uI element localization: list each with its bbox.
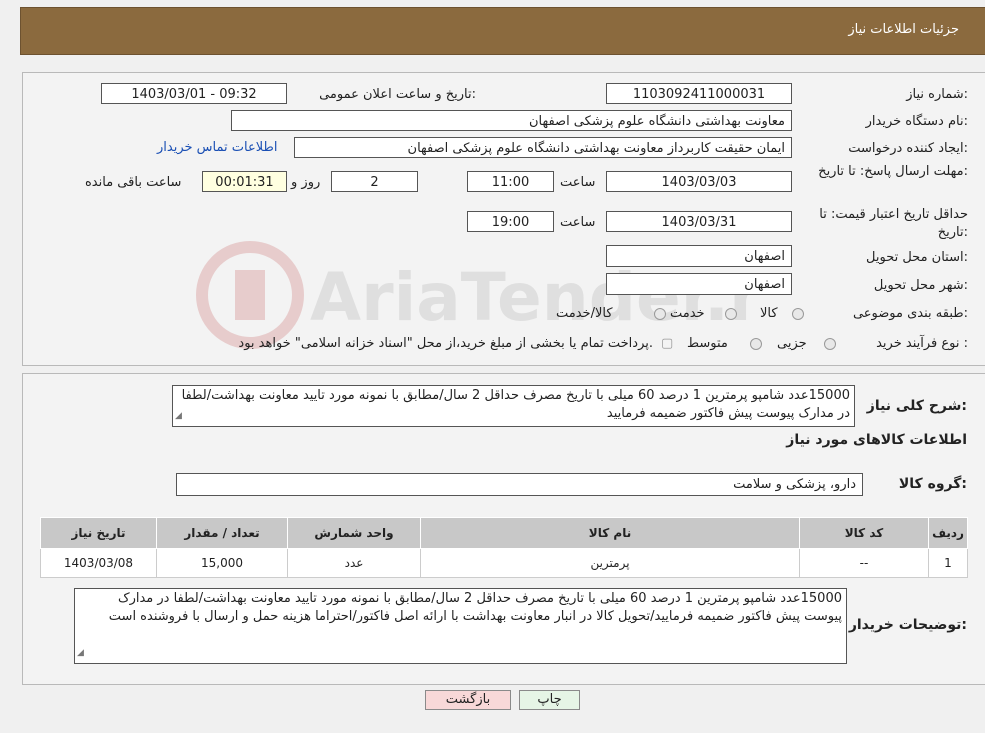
category-radio-service[interactable] [725, 308, 737, 320]
summary-text: 15000عدد شامپو پرمترین 1 درصد 60 میلی با… [181, 388, 850, 421]
group-label: گروه کالا: [898, 476, 967, 492]
days-label: روز و [291, 175, 321, 190]
page-title: جزئیات اطلاعات نیاز [848, 22, 959, 37]
validity-time-label: ساعت [560, 215, 596, 230]
days-field: 2 [331, 171, 418, 192]
col-row-number: ردیف [928, 517, 968, 549]
table-row[interactable]: 1 -- پرمترین عدد 15,000 1403/03/08 [40, 548, 968, 578]
validity-label: حداقل تاریخ اعتبار قیمت: تا تاریخ: [819, 207, 968, 240]
need-number-field: 1103092411000031 [606, 83, 792, 104]
category-radio-goods[interactable] [792, 308, 804, 320]
back-button[interactable]: بازگشت [425, 690, 511, 710]
creator-field: ایمان حقیقت کاربرداز معاونت بهداشتی دانش… [294, 137, 792, 158]
col-need-date: تاریخ نیاز [40, 517, 157, 549]
buyer-notes-textarea[interactable]: 15000عدد شامپو پرمترین 1 درصد 60 میلی با… [74, 588, 847, 664]
announce-datetime-label: تاریخ و ساعت اعلان عمومی: [319, 87, 476, 102]
province-label: استان محل تحویل: [866, 250, 968, 265]
buyer-org-label: نام دستگاه خریدار: [865, 114, 968, 129]
cell-quantity: 15,000 [156, 548, 288, 578]
purchase-radio-minor[interactable] [824, 338, 836, 350]
cell-item-code: -- [799, 548, 929, 578]
category-radio-goods-service[interactable] [654, 308, 666, 320]
cell-unit: عدد [287, 548, 421, 578]
cell-item-name: پرمترین [420, 548, 800, 578]
resize-grip-icon[interactable]: ◢ [175, 407, 182, 425]
cell-row-number: 1 [928, 548, 968, 578]
validity-time-field: 19:00 [467, 211, 554, 232]
province-field: اصفهان [606, 245, 792, 267]
deadline-date-field: 1403/03/03 [606, 171, 792, 192]
category-option-goods: کالا [760, 306, 778, 321]
deadline-label: مهلت ارسال پاسخ: تا تاریخ: [818, 164, 968, 179]
col-quantity: تعداد / مقدار [156, 517, 288, 549]
purchase-note: پرداخت تمام یا بخشی از مبلغ خرید،از محل … [238, 336, 653, 351]
col-item-name: نام کالا [420, 517, 800, 549]
city-field: اصفهان [606, 273, 792, 295]
announce-datetime-field: 1403/03/01 - 09:32 [101, 83, 287, 104]
category-option-goods-service: کالا/خدمت [556, 306, 613, 321]
remaining-time-field: 00:01:31 [202, 171, 287, 192]
purchase-radio-medium[interactable] [750, 338, 762, 350]
summary-label: شرح کلی نیاز: [866, 398, 967, 414]
category-option-service: خدمت [670, 306, 705, 321]
deadline-time-field: 11:00 [467, 171, 554, 192]
col-unit: واحد شمارش [287, 517, 421, 549]
purchase-checkbox-icon[interactable]: ▢ [661, 336, 673, 351]
validity-date-field: 1403/03/31 [606, 211, 792, 232]
city-label: شهر محل تحویل: [873, 278, 968, 293]
items-table: ردیف کد کالا نام کالا واحد شمارش تعداد /… [40, 517, 968, 578]
purchase-option-medium: متوسط [687, 336, 728, 351]
category-label: طبقه بندی موضوعی: [852, 306, 968, 321]
items-table-header: ردیف کد کالا نام کالا واحد شمارش تعداد /… [40, 517, 968, 549]
remaining-time-label: ساعت باقی مانده [85, 175, 182, 190]
print-button[interactable]: چاپ [519, 690, 580, 710]
col-item-code: کد کالا [799, 517, 929, 549]
summary-textarea[interactable]: 15000عدد شامپو پرمترین 1 درصد 60 میلی با… [172, 385, 855, 427]
buyer-notes-label: توضیحات خریدار: [848, 617, 967, 633]
buyer-contact-link[interactable]: اطلاعات تماس خریدار [157, 140, 277, 155]
cell-need-date: 1403/03/08 [40, 548, 157, 578]
buyer-org-field: معاونت بهداشتی دانشگاه علوم پزشکی اصفهان [231, 110, 792, 131]
need-number-label: شماره نیاز: [906, 87, 968, 102]
resize-grip-icon[interactable]: ◢ [77, 644, 84, 662]
page-header: جزئیات اطلاعات نیاز [20, 7, 985, 55]
purchase-type-label: نوع فرآیند خرید : [876, 336, 968, 351]
items-section-title: اطلاعات کالاهای مورد نیاز [786, 432, 967, 448]
group-field: دارو، پزشکی و سلامت [176, 473, 863, 496]
creator-label: ایجاد کننده درخواست: [848, 141, 968, 156]
buyer-notes-text: 15000عدد شامپو پرمترین 1 درصد 60 میلی با… [108, 591, 842, 624]
purchase-option-minor: جزیی [777, 336, 807, 351]
deadline-time-label: ساعت [560, 175, 596, 190]
